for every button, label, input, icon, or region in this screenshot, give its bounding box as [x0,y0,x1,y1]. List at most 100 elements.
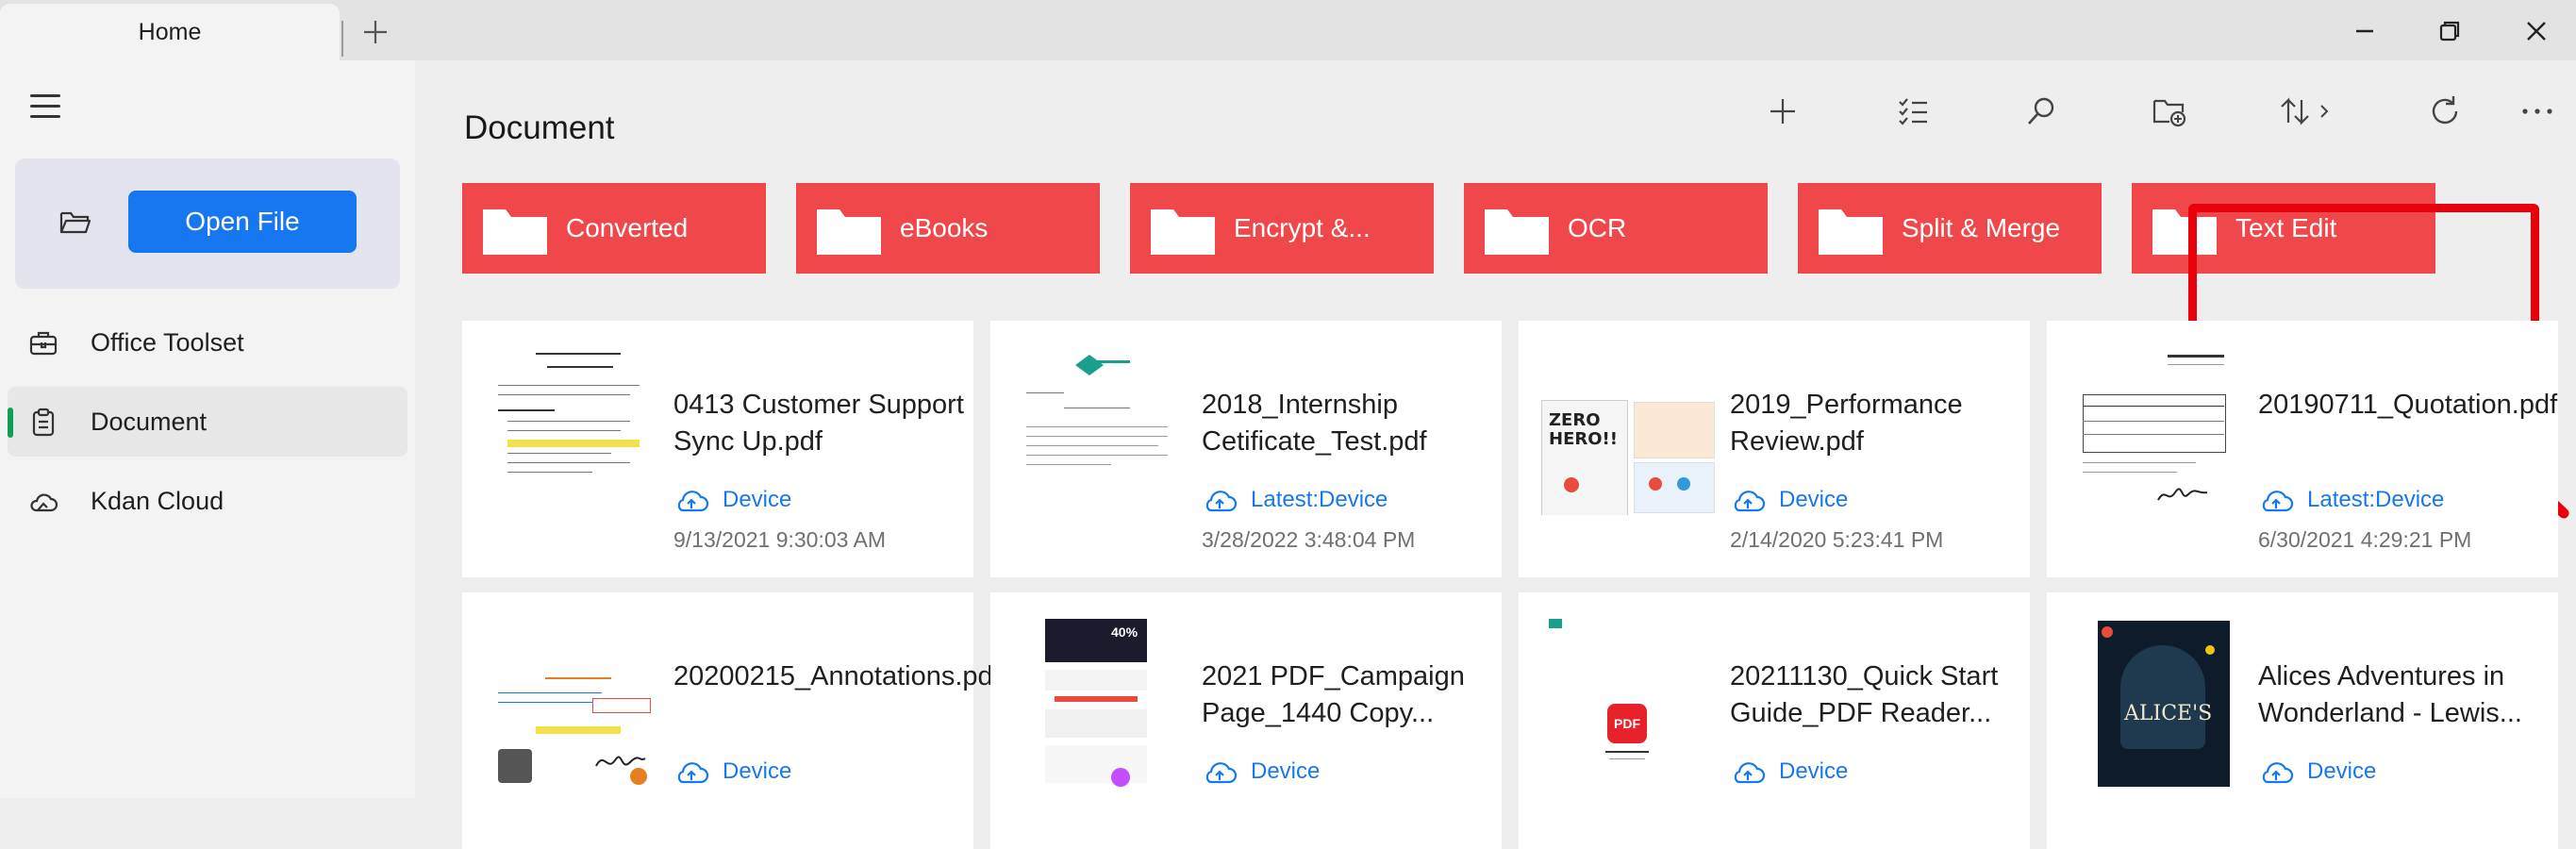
open-file-label: Open File [185,207,300,236]
new-tab-icon[interactable] [360,17,391,47]
folder-split-merge[interactable]: Split & Merge [1798,183,2102,274]
title-bar: Home [0,0,2576,60]
cloud-upload-icon [677,762,709,784]
active-indicator [8,408,13,438]
cloud-upload-icon [2262,762,2294,784]
sidebar-item-document[interactable]: Document [8,387,407,457]
file-card[interactable]: 0413 Customer Support Sync Up.pdf Device… [462,321,973,577]
sidebar-item-label: Kdan Cloud [91,486,224,515]
file-location: Device [1730,487,1848,513]
folder-icon [1819,209,1883,255]
file-location: Device [1730,758,1848,785]
file-name: 20190711_Quotation.pdf [2258,390,2558,420]
file-card[interactable]: 20200215_Annotations.pdf Device [462,592,1001,849]
cloud-upload-icon [1205,762,1238,784]
document-thumbnail [479,608,660,787]
file-card[interactable]: PDF 20211130_Quick Start Guide_PDF Reade… [1519,592,2030,849]
file-card[interactable]: 40% 2021 PDF_Campaign Page_1440 Copy... … [990,592,1502,849]
file-location-label: Latest:Device [2307,487,2445,512]
main-content: Document Converted eBooks Encrypt &... O… [415,60,2576,849]
document-thumbnail: PDF [1536,608,1717,787]
file-location-label: Device [723,487,792,512]
search-icon[interactable] [2020,91,2062,132]
tab-home[interactable]: Home [0,4,340,60]
document-thumbnail: ALICE'S [2064,608,2245,787]
file-name: 2021 PDF_Campaign Page_1440 Copy... [1202,661,1465,728]
file-location: Latest:Device [2258,487,2444,513]
tab-separator [341,21,343,57]
cloud-icon [30,493,58,512]
folder-label: Split & Merge [1902,213,2061,242]
file-location: Device [1202,758,1320,785]
file-name: Alices Adventures in Wonderland - Lewis.… [2258,661,2522,728]
file-location-label: Device [2307,758,2377,784]
file-location: Device [2258,758,2376,785]
cloud-upload-icon [677,491,709,512]
add-icon[interactable] [1762,91,1803,132]
file-date: 6/30/2021 4:29:21 PM [2258,527,2472,552]
more-icon[interactable] [2517,91,2558,132]
folder-ocr[interactable]: OCR [1464,183,1768,274]
restore-icon[interactable] [2434,15,2466,47]
minimize-icon[interactable] [2349,15,2381,47]
folder-icon [1151,209,1215,255]
cloud-upload-icon [1734,491,1766,512]
file-card[interactable]: ALICE'S Alices Adventures in Wonderland … [2047,592,2558,849]
file-card[interactable]: 20190711_Quotation.pdf Latest:Device 6/3… [2047,321,2558,577]
multi-select-icon[interactable] [1892,91,1934,132]
file-name: 20211130_Quick Start Guide_PDF Reader... [1730,661,1999,728]
file-location-label: Device [723,758,792,784]
folder-ebooks[interactable]: eBooks [796,183,1100,274]
page-title: Document [464,109,615,146]
sidebar: Open File Office Toolset Document Kdan C… [0,60,415,798]
document-thumbnail [479,336,660,515]
sidebar-item-office-toolset[interactable]: Office Toolset [8,308,407,377]
file-location-label: Device [1251,758,1321,784]
open-file-card: Open File [15,158,400,289]
file-name: 2018_Internship Cetificate_Test.pdf [1202,390,1427,457]
sidebar-item-kdan-cloud[interactable]: Kdan Cloud [8,466,407,536]
document-thumbnail: 40% [1007,608,1188,787]
folder-label: Converted [566,213,689,242]
folder-encrypt[interactable]: Encrypt &... [1130,183,1434,274]
file-location-label: Device [1779,487,1849,512]
file-date: 2/14/2020 5:23:41 PM [1730,527,1944,552]
file-location: Device [673,758,791,785]
folder-icon [1485,209,1549,255]
clipboard-icon [32,408,55,437]
cloud-upload-icon [1205,491,1238,512]
folder-label: OCR [1568,213,1627,242]
refresh-icon[interactable] [2424,91,2466,132]
sort-icon[interactable] [2277,91,2349,132]
file-location: Latest:Device [1202,487,1388,513]
file-name: 2019_Performance Review.pdf [1730,390,1963,457]
tab-label: Home [138,18,202,45]
document-thumbnail [2064,336,2245,515]
menu-icon[interactable] [30,94,60,119]
new-folder-icon[interactable] [2149,91,2190,132]
document-thumbnail [1007,336,1188,515]
folder-icon [483,209,547,255]
file-date: 3/28/2022 3:48:04 PM [1202,527,1416,552]
toolbox-icon [29,331,58,356]
folder-label: eBooks [900,213,989,242]
sidebar-item-label: Office Toolset [91,327,244,357]
cloud-upload-icon [2262,491,2294,512]
file-date: 9/13/2021 9:30:03 AM [673,527,887,552]
open-file-button[interactable]: Open File [128,191,357,253]
open-folder-icon [59,211,91,234]
folder-icon [817,209,881,255]
file-location-label: Device [1779,758,1849,784]
folder-converted[interactable]: Converted [462,183,766,274]
file-card[interactable]: 2018_Internship Cetificate_Test.pdf Late… [990,321,1502,577]
file-name: 20200215_Annotations.pdf [673,661,1001,691]
file-card[interactable]: ZERO HERO!! 2019_Performance Review.pdf D… [1519,321,2030,577]
sidebar-item-label: Document [91,407,208,436]
file-name: 0413 Customer Support Sync Up.pdf [673,390,964,457]
cloud-upload-icon [1734,762,1766,784]
document-thumbnail: ZERO HERO!! [1536,336,1717,515]
close-icon[interactable] [2520,15,2552,47]
file-location-label: Latest:Device [1251,487,1388,512]
file-location: Device [673,487,791,513]
folder-label: Encrypt &... [1234,213,1371,242]
